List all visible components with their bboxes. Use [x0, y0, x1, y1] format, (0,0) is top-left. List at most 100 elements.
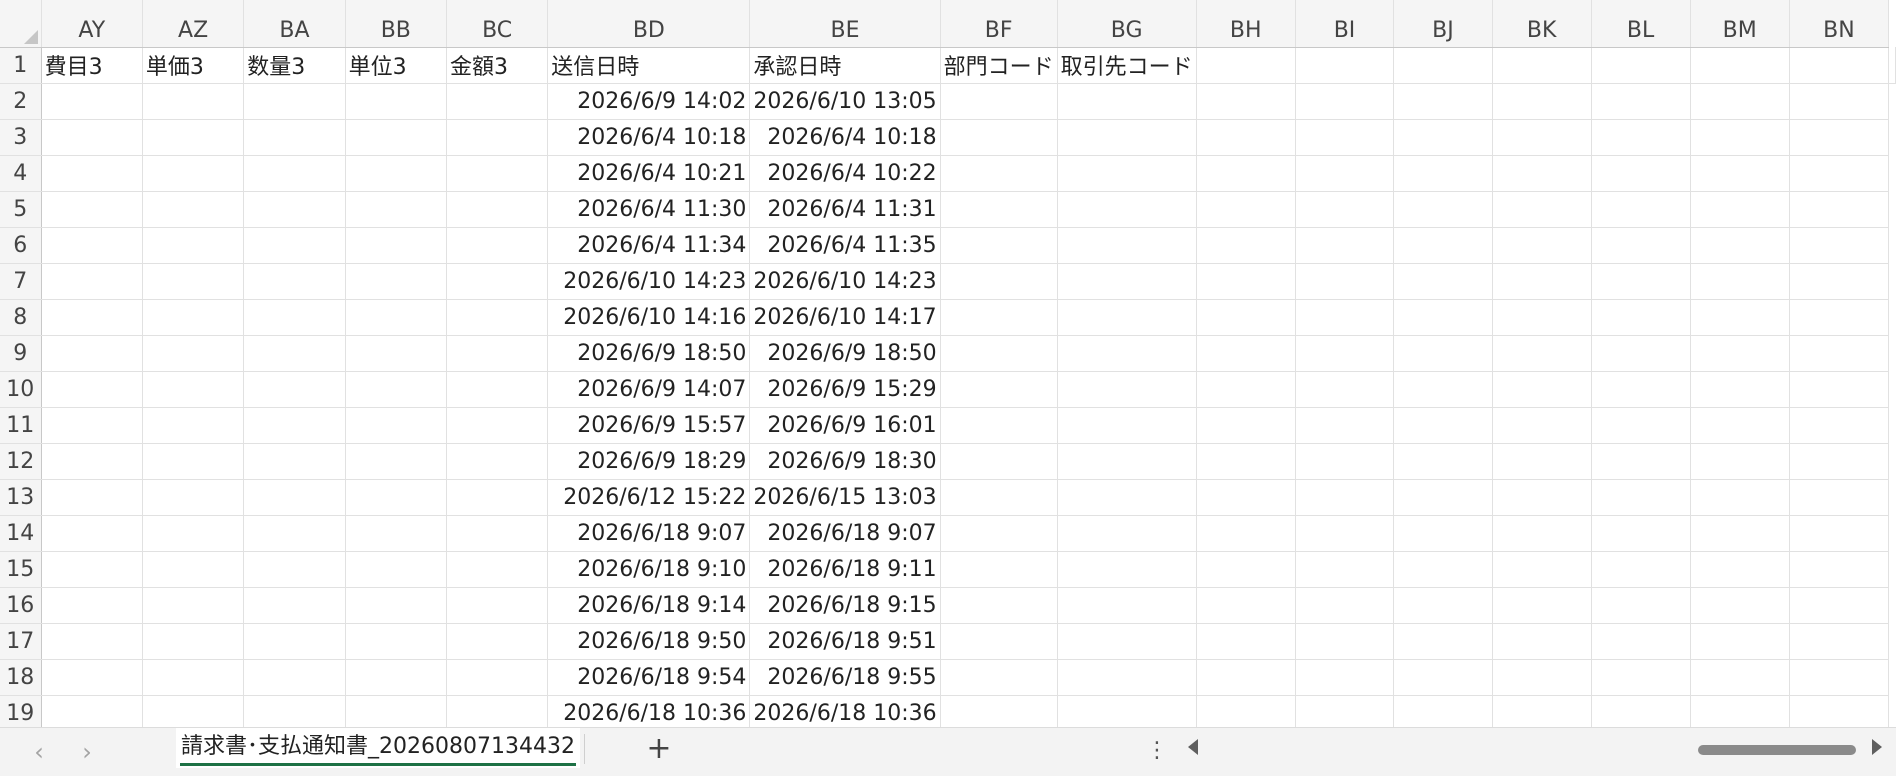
- cell[interactable]: [1295, 551, 1395, 588]
- cell[interactable]: [243, 551, 346, 588]
- cell[interactable]: [41, 227, 143, 264]
- column-header-bb[interactable]: BB: [345, 0, 447, 48]
- cell[interactable]: [1492, 155, 1592, 192]
- cell[interactable]: [1196, 479, 1296, 516]
- cell[interactable]: [1690, 659, 1790, 696]
- cell[interactable]: [1690, 335, 1790, 372]
- cell[interactable]: [1393, 227, 1493, 264]
- column-header-ba[interactable]: BA: [243, 0, 346, 48]
- cell[interactable]: [446, 83, 549, 120]
- cell[interactable]: [1295, 335, 1395, 372]
- column-header-bm[interactable]: BM: [1690, 0, 1790, 48]
- cell[interactable]: [345, 443, 447, 480]
- cell[interactable]: [41, 335, 143, 372]
- cell[interactable]: [243, 299, 346, 336]
- cell[interactable]: [1789, 263, 1890, 300]
- row-header[interactable]: 2: [0, 83, 42, 120]
- cell[interactable]: [446, 407, 549, 444]
- cell[interactable]: [1295, 695, 1395, 727]
- cell[interactable]: [1690, 83, 1790, 120]
- cell[interactable]: [1057, 587, 1197, 624]
- cell[interactable]: [243, 83, 346, 120]
- column-header-be[interactable]: BE: [749, 0, 941, 48]
- cell-approved-datetime[interactable]: 2026/6/4 10:18: [749, 119, 941, 156]
- cell[interactable]: [1690, 443, 1790, 480]
- cell[interactable]: [1057, 335, 1197, 372]
- cell[interactable]: [41, 371, 143, 408]
- cell[interactable]: [1591, 119, 1691, 156]
- cell[interactable]: [1789, 227, 1890, 264]
- cell[interactable]: [41, 515, 143, 552]
- cell[interactable]: [41, 299, 143, 336]
- cell[interactable]: [1057, 407, 1197, 444]
- cell[interactable]: [142, 371, 245, 408]
- cell[interactable]: [1196, 551, 1296, 588]
- cell-sent-datetime[interactable]: 2026/6/4 10:18: [547, 119, 751, 156]
- cell[interactable]: [446, 623, 549, 660]
- cell[interactable]: [1057, 155, 1197, 192]
- cell[interactable]: [1393, 155, 1493, 192]
- cell[interactable]: [1789, 659, 1890, 696]
- chevron-right-icon[interactable]: ›: [72, 738, 102, 766]
- cell[interactable]: [41, 551, 143, 588]
- row-header[interactable]: 11: [0, 407, 42, 444]
- cell[interactable]: [940, 191, 1058, 228]
- cell[interactable]: [446, 551, 549, 588]
- cell[interactable]: [243, 263, 346, 300]
- cell[interactable]: [1690, 587, 1790, 624]
- cell-header-himoku3[interactable]: 費目3: [41, 47, 143, 84]
- column-header-bg[interactable]: BG: [1057, 0, 1197, 48]
- cell[interactable]: [41, 479, 143, 516]
- cell[interactable]: [1393, 191, 1493, 228]
- cell[interactable]: [1196, 47, 1296, 84]
- cell-sent-datetime[interactable]: 2026/6/12 15:22: [547, 479, 751, 516]
- cell[interactable]: [1196, 263, 1296, 300]
- cell[interactable]: [940, 371, 1058, 408]
- cell[interactable]: [1591, 407, 1691, 444]
- cell[interactable]: [1492, 659, 1592, 696]
- cell-approved-datetime[interactable]: 2026/6/9 16:01: [749, 407, 941, 444]
- cell-header-suryo3[interactable]: 数量3: [243, 47, 346, 84]
- cell[interactable]: [243, 119, 346, 156]
- cell[interactable]: [1295, 515, 1395, 552]
- cell[interactable]: [1295, 479, 1395, 516]
- cell[interactable]: [1196, 299, 1296, 336]
- cell[interactable]: [1295, 371, 1395, 408]
- cell[interactable]: [243, 191, 346, 228]
- cell[interactable]: [1492, 371, 1592, 408]
- cell[interactable]: [1591, 515, 1691, 552]
- scroll-right-icon[interactable]: [1872, 739, 1882, 755]
- cell[interactable]: [1196, 515, 1296, 552]
- cell[interactable]: [1057, 263, 1197, 300]
- cell[interactable]: [1492, 83, 1592, 120]
- cell[interactable]: [940, 407, 1058, 444]
- cell[interactable]: [1888, 47, 1896, 84]
- cell[interactable]: [1789, 623, 1890, 660]
- cell[interactable]: [1690, 263, 1790, 300]
- cell[interactable]: [243, 443, 346, 480]
- cell[interactable]: [142, 659, 245, 696]
- column-header-bk[interactable]: BK: [1492, 0, 1592, 48]
- cell[interactable]: [1690, 155, 1790, 192]
- cell[interactable]: [1295, 227, 1395, 264]
- cell[interactable]: [41, 83, 143, 120]
- row-header[interactable]: 5: [0, 191, 42, 228]
- cell[interactable]: [1591, 443, 1691, 480]
- column-header-bc[interactable]: BC: [446, 0, 549, 48]
- cell[interactable]: [1789, 479, 1890, 516]
- cell[interactable]: [1393, 659, 1493, 696]
- cell-sent-datetime[interactable]: 2026/6/9 18:50: [547, 335, 751, 372]
- cell[interactable]: [446, 263, 549, 300]
- cell[interactable]: [142, 551, 245, 588]
- cell[interactable]: [1057, 227, 1197, 264]
- cell[interactable]: [1393, 551, 1493, 588]
- cell[interactable]: [1591, 659, 1691, 696]
- cell[interactable]: [1690, 371, 1790, 408]
- cell[interactable]: [1057, 659, 1197, 696]
- cell[interactable]: [446, 299, 549, 336]
- cell[interactable]: [1057, 119, 1197, 156]
- cell[interactable]: [1057, 371, 1197, 408]
- cell[interactable]: [1591, 587, 1691, 624]
- cell[interactable]: [345, 659, 447, 696]
- cell-approved-datetime[interactable]: 2026/6/4 10:22: [749, 155, 941, 192]
